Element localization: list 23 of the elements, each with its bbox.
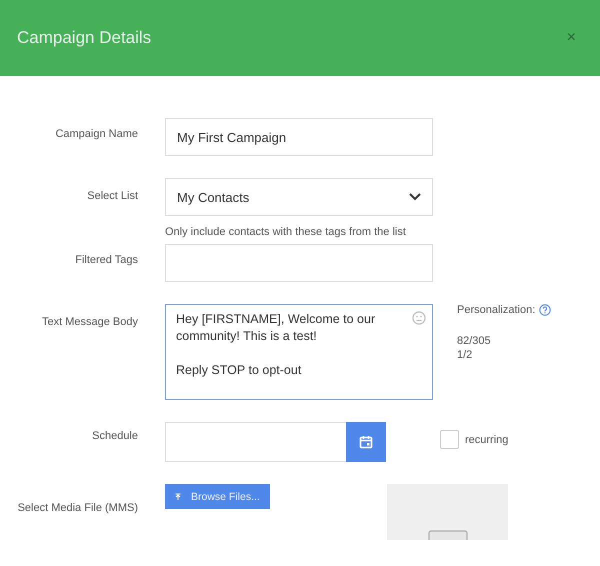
calendar-button[interactable]	[346, 422, 386, 462]
personalization-label: Personalization:	[457, 304, 536, 316]
emoji-icon[interactable]	[412, 311, 426, 325]
date-field[interactable]	[165, 422, 346, 462]
field-label: Filtered Tags	[74, 254, 138, 266]
field-label: Campaign Name	[54, 128, 138, 140]
field-label: Text Message Body	[41, 316, 138, 328]
field-label: Select List	[86, 190, 138, 202]
field-label: Select Media File (MMS)	[16, 502, 138, 514]
window-title: Campaign Details	[17, 28, 152, 48]
field-label: Schedule	[91, 430, 138, 442]
character-count: 1/2	[457, 349, 472, 361]
upload-icon	[175, 492, 181, 500]
recurring-checkbox[interactable]: recurring	[440, 430, 508, 449]
message-textarea[interactable]: Hey [FIRSTNAME], Welcome to our community! This is a test! Reply STOP to opt-out	[165, 304, 433, 400]
help-icon[interactable]	[539, 304, 552, 316]
calendar-icon	[359, 435, 373, 449]
list-dropdown[interactable]: My Contacts	[165, 178, 433, 216]
chevron-down-icon	[409, 193, 421, 201]
text-field[interactable]	[165, 244, 433, 282]
field-hint: Only include contacts with these tags from the list	[165, 226, 407, 238]
character-count: 82/305	[457, 335, 491, 347]
text-field[interactable]: My First Campaign	[165, 118, 433, 156]
